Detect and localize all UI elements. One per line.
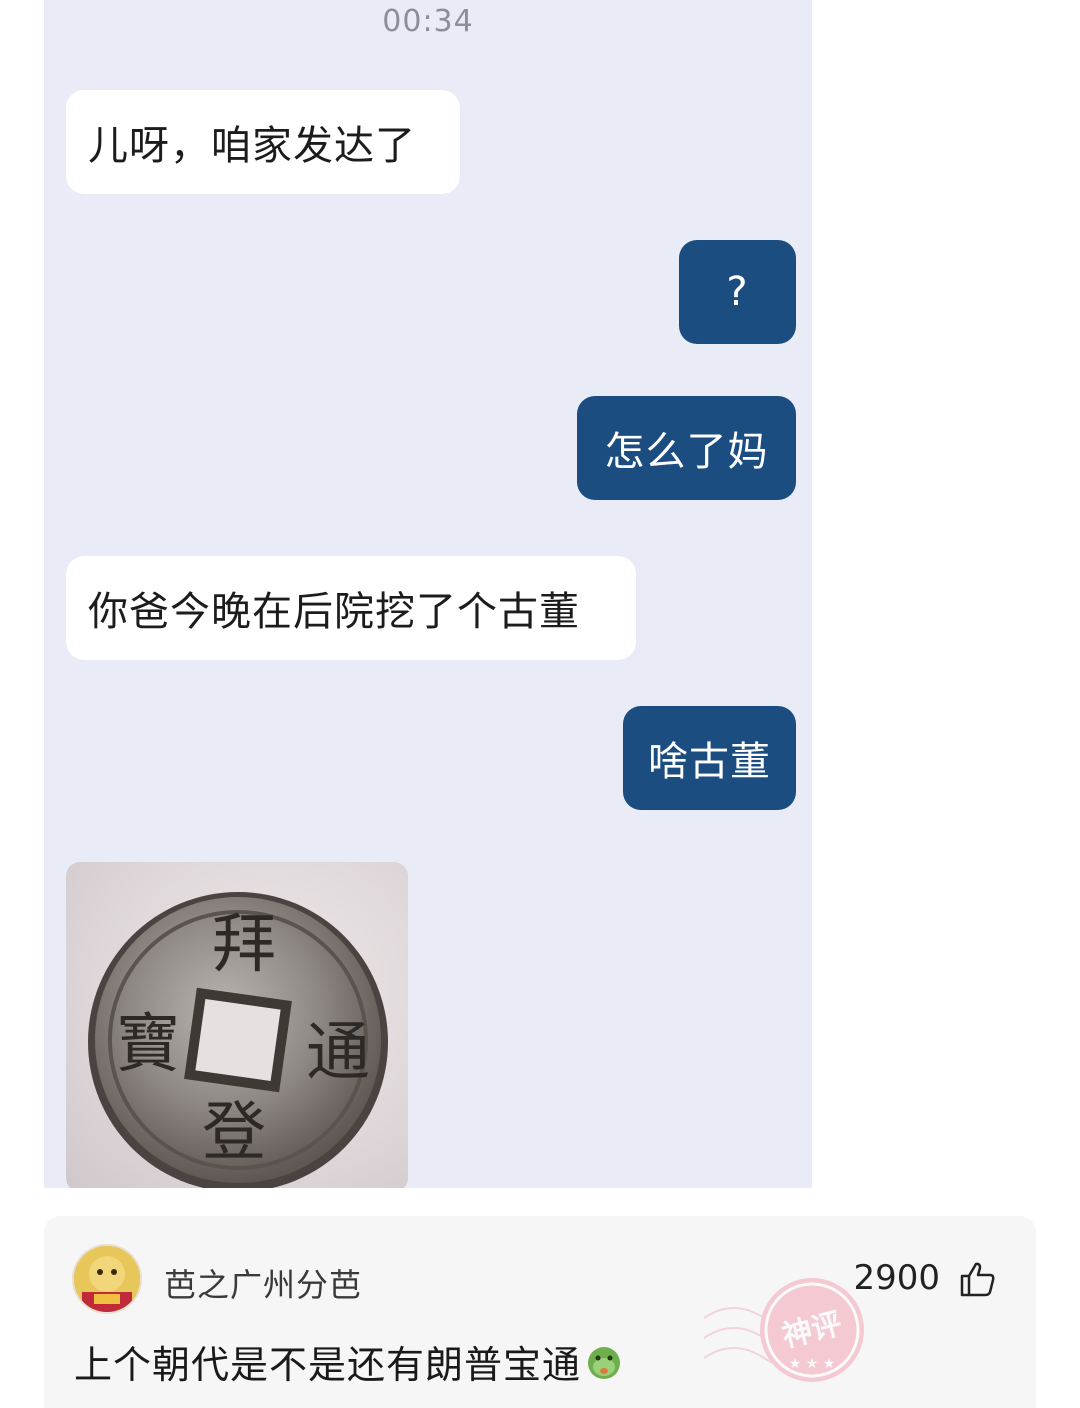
svg-text:★ ★ ★: ★ ★ ★: [789, 1356, 836, 1372]
message-bubble-incoming[interactable]: 儿呀，咱家发达了: [66, 90, 460, 194]
lion-avatar-icon: [74, 1246, 140, 1312]
message-text: 啥古董: [648, 739, 771, 785]
coin-inscription-right: 通: [306, 1016, 370, 1090]
coin-photo: 拜 通 登 寶: [88, 892, 388, 1188]
coin-inscription-left: 寶: [116, 1008, 180, 1082]
comment-username[interactable]: 芭之广州分芭: [164, 1260, 362, 1306]
message-text: 你爸今晚在后院挖了个古董: [88, 589, 580, 635]
message-bubble-incoming[interactable]: 你爸今晚在后院挖了个古董: [66, 556, 636, 660]
coin-inscription-top: 拜: [212, 908, 276, 982]
message-bubble-outgoing[interactable]: 啥古董: [623, 706, 796, 810]
avatar[interactable]: [72, 1244, 142, 1314]
comment-text: 上个朝代是不是还有朗普宝通: [74, 1343, 582, 1387]
top-comment-card: 芭之广州分芭 神评 ★ ★ ★ 2900 上个朝代是不是还有朗普宝通: [44, 1216, 1036, 1408]
message-text: 怎么了妈: [604, 429, 769, 475]
message-bubble-outgoing[interactable]: 怎么了妈: [577, 396, 796, 500]
green-face-emoji-icon: [588, 1346, 621, 1379]
coin-inscription-bottom: 登: [202, 1096, 266, 1170]
message-timestamp: 00:34: [382, 4, 474, 39]
comment-body: 上个朝代是不是还有朗普宝通: [74, 1334, 623, 1389]
coin-photo-message[interactable]: 拜 通 登 寶: [66, 862, 408, 1188]
message-text: 儿呀，咱家发达了: [88, 123, 416, 169]
like-count: 2900: [853, 1258, 940, 1298]
thumbs-up-icon[interactable]: [958, 1260, 996, 1298]
message-bubble-outgoing[interactable]: ?: [679, 240, 796, 344]
chat-panel: 00:34 儿呀，咱家发达了 ? 怎么了妈 你爸今晚在后院挖了个古董 啥古董 拜…: [44, 0, 812, 1188]
message-text: ?: [726, 269, 749, 315]
